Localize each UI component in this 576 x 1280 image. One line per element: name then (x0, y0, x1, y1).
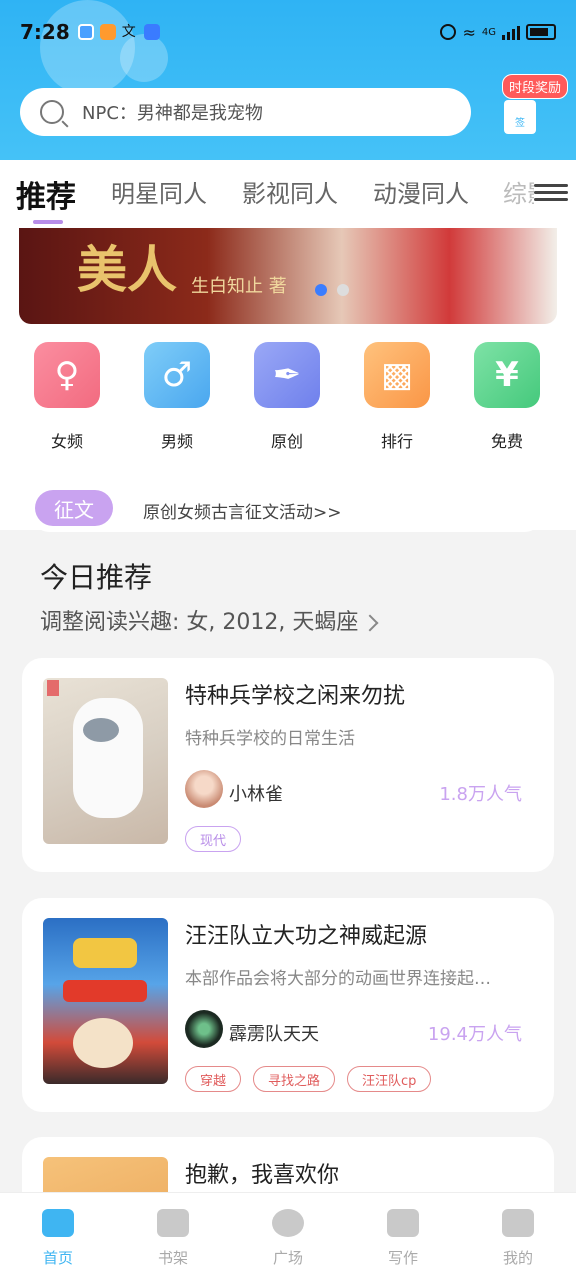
popularity: 19.4万人气 (427, 1024, 522, 1045)
notice-banner[interactable]: 征文 原创女频古言征文活动>> (33, 488, 541, 532)
category-label: 原创 (270, 432, 303, 451)
banner-dot (337, 284, 349, 296)
female-icon: ♀ (34, 342, 100, 408)
banner-dot-active (315, 284, 327, 296)
podium-icon: ▩ (364, 342, 430, 408)
tag[interactable]: 寻找之路 (253, 1066, 336, 1092)
status-bar: 7:28 文 ≈ 4G (20, 18, 556, 46)
category-tabs: 推荐 明星同人 影视同人 动漫同人 综影 (0, 160, 576, 228)
book-title: 汪汪队立大功之神威起源 (185, 924, 428, 949)
nav-bookshelf[interactable]: 书架 (143, 1209, 203, 1268)
tab-recommend[interactable]: 推荐 (16, 172, 76, 216)
book-card[interactable]: 特种兵学校之闲来勿扰 特种兵学校的日常生活 小林雀 1.8万人气 现代 (22, 658, 554, 872)
tag-list: 现代 (185, 826, 242, 852)
notice-text: 原创女频古言征文活动>> (143, 503, 342, 523)
category-ranking[interactable]: ▩ 排行 (364, 342, 430, 452)
time-reward-button[interactable]: 时段奖励 签 (502, 72, 569, 142)
author-avatar (185, 770, 223, 808)
male-icon: ♂ (144, 342, 210, 408)
cloud-icon (143, 24, 160, 40)
category-male[interactable]: ♂ 男频 (144, 342, 210, 452)
translate-icon: 文 (121, 24, 136, 40)
category-label: 男频 (160, 432, 193, 451)
search-icon (40, 100, 64, 124)
sign-label: 签 (515, 118, 525, 129)
section-title: 今日推荐 (40, 561, 153, 594)
bookshelf-icon (157, 1209, 189, 1237)
nav-write[interactable]: 写作 (373, 1209, 433, 1268)
nav-label: 我的 (502, 1249, 533, 1267)
book-title: 抱歉，我喜欢你 (185, 1163, 340, 1188)
author-avatar (185, 1010, 223, 1048)
banner-title: 美人 (77, 240, 177, 299)
tab-film[interactable]: 影视同人 (242, 174, 338, 209)
tag[interactable]: 汪汪队cp (347, 1066, 432, 1092)
pencil-icon (387, 1209, 419, 1237)
tab-indicator (33, 220, 63, 224)
author-name: 霹雳队天天 (229, 1024, 319, 1045)
bottom-navigation: 首页 书架 广场 写作 我的 (0, 1192, 576, 1280)
interest-text: 调整阅读兴趣: 女, 2012, 天蝎座 (40, 610, 359, 635)
search-bar[interactable]: NPC：男神都是我宠物 (20, 88, 471, 136)
category-label: 女频 (50, 432, 83, 451)
nav-label: 书架 (157, 1249, 188, 1267)
home-icon (42, 1209, 74, 1237)
tab-star[interactable]: 明星同人 (111, 174, 207, 209)
tag[interactable]: 穿越 (185, 1066, 242, 1092)
planet-icon (272, 1209, 304, 1237)
reward-badge: 时段奖励 (502, 74, 569, 99)
signal-icon (502, 24, 520, 40)
pen-icon: ✒ (254, 342, 320, 408)
nav-square[interactable]: 广场 (258, 1209, 318, 1268)
battery-icon (526, 24, 556, 40)
book-desc: 特种兵学校的日常生活 (185, 729, 355, 749)
book-desc: 本部作品会将大部分的动画世界连接起… (185, 969, 491, 989)
nav-label: 写作 (387, 1249, 418, 1267)
author-name: 小林雀 (229, 784, 283, 805)
nav-home[interactable]: 首页 (28, 1209, 88, 1268)
notice-pill: 征文 (35, 490, 113, 526)
banner[interactable]: 美人 生白知止 著 (19, 228, 557, 324)
category-label: 免费 (490, 432, 523, 451)
alarm-icon (440, 24, 457, 40)
popularity: 1.8万人气 (439, 784, 522, 805)
reading-interest-link[interactable]: 调整阅读兴趣: 女, 2012, 天蝎座 (40, 604, 379, 636)
tag[interactable]: 现代 (185, 826, 242, 852)
yen-icon: ¥ (474, 342, 540, 408)
gift-icon: 签 (504, 100, 536, 134)
app-notification-icon (77, 24, 94, 40)
book-title: 特种兵学校之闲来勿扰 (185, 684, 406, 709)
tag-list: 穿越 寻找之路 汪汪队cp (185, 1066, 432, 1092)
video-app-icon (99, 24, 116, 40)
category-label: 排行 (380, 432, 413, 451)
nav-profile[interactable]: 我的 (488, 1209, 548, 1268)
banner-author: 生白知止 著 (191, 276, 287, 297)
book-cover (43, 678, 168, 844)
header: 7:28 文 ≈ 4G NPC：男神都是我宠物 时段奖励 签 (0, 0, 576, 160)
chevron-right-icon (361, 614, 379, 632)
clock: 7:28 (20, 20, 70, 44)
search-placeholder: NPC：男神都是我宠物 (82, 103, 263, 124)
book-card[interactable]: 汪汪队立大功之神威起源 本部作品会将大部分的动画世界连接起… 霹雳队天天 19.… (22, 898, 554, 1112)
category-original[interactable]: ✒ 原创 (254, 342, 320, 452)
book-cover (43, 918, 168, 1084)
network-label: 4G (481, 26, 496, 38)
chat-icon (502, 1209, 534, 1237)
category-free[interactable]: ¥ 免费 (474, 342, 540, 452)
tab-anime[interactable]: 动漫同人 (373, 174, 469, 209)
nav-label: 广场 (272, 1249, 303, 1267)
nav-label: 首页 (42, 1249, 73, 1267)
category-female[interactable]: ♀ 女频 (34, 342, 100, 452)
menu-icon[interactable] (534, 180, 568, 208)
wifi-icon: ≈ (462, 22, 476, 42)
